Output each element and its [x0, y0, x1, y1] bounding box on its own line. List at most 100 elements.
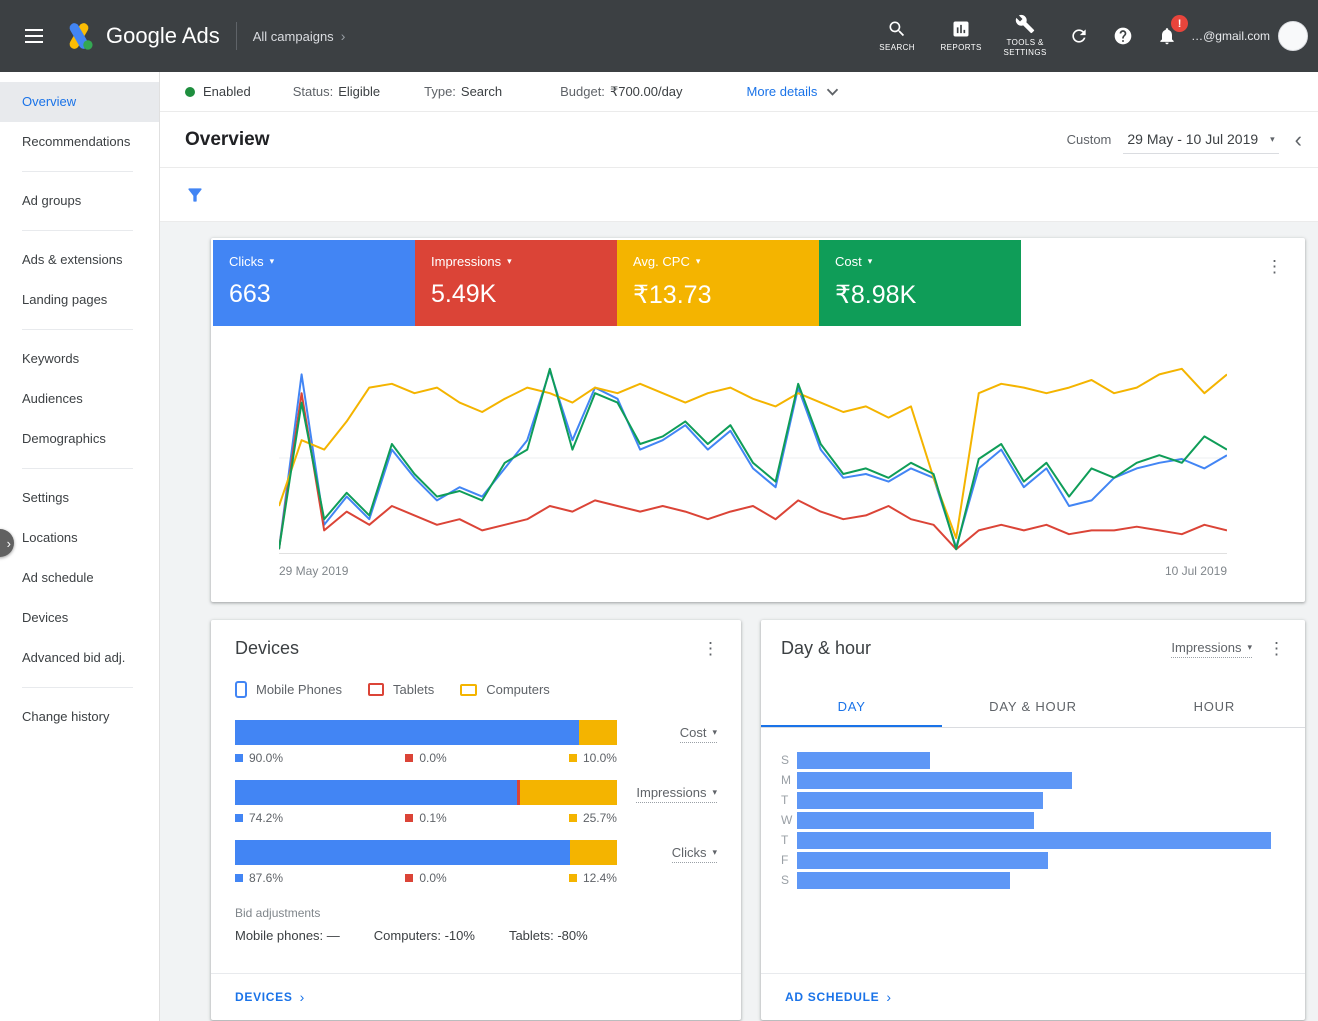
scorecard-avg-cpc[interactable]: Avg. CPC▾ ₹13.73: [617, 240, 819, 326]
tablet-swatch: [405, 814, 413, 822]
mobile-pct: 87.6%: [249, 871, 283, 885]
impressions-by-day-chart[interactable]: S M T W T F S: [761, 728, 1305, 890]
date-range-selector[interactable]: 29 May - 10 Jul 2019 ▾: [1123, 125, 1278, 154]
collapse-panel-icon[interactable]: ‹: [1295, 129, 1302, 151]
notification-badge: !: [1171, 15, 1188, 32]
day-bar: [797, 832, 1271, 849]
performance-line-chart[interactable]: 29 May 2019 10 Jul 2019: [211, 326, 1305, 578]
metric-label: Cost: [680, 725, 707, 740]
reports-button[interactable]: REPORTS: [929, 19, 993, 53]
mobile-phone-icon: [235, 681, 247, 698]
google-ads-logo-icon: [62, 21, 96, 51]
tablet-swatch: [405, 874, 413, 882]
scorecard-impressions[interactable]: Impressions▾ 5.49K: [415, 240, 617, 326]
sidebar-item-demographics[interactable]: Demographics: [0, 419, 159, 459]
sidebar-item-landing-pages[interactable]: Landing pages: [0, 280, 159, 320]
status-value: Eligible: [338, 84, 380, 99]
sidebar-item-overview[interactable]: Overview: [0, 82, 159, 122]
scorecard-label: Cost: [835, 254, 862, 269]
x-axis-end-label: 10 Jul 2019: [1165, 564, 1227, 578]
chevron-right-icon: ›: [7, 536, 11, 551]
dropdown-arrow-icon: ▾: [712, 787, 717, 798]
tablet-pct: 0.0%: [419, 871, 446, 885]
bid-adjustments-row: Mobile phones: — Computers: -10% Tablets…: [211, 928, 741, 943]
more-details-button[interactable]: More details: [747, 84, 840, 99]
sidebar-item-change-history[interactable]: Change history: [0, 697, 159, 737]
avatar[interactable]: [1278, 21, 1308, 51]
sidebar-item-settings[interactable]: Settings: [0, 478, 159, 518]
card-menu-icon[interactable]: ⋮: [1268, 640, 1285, 657]
scorecard-label: Impressions: [431, 254, 501, 269]
mobile-pct: 74.2%: [249, 811, 283, 825]
day-hour-tabs: DAY DAY & HOUR HOUR: [761, 685, 1305, 728]
sidebar-item-ad-groups[interactable]: Ad groups: [0, 181, 159, 221]
sidebar-item-advanced-bid-adj[interactable]: Advanced bid adj.: [0, 638, 159, 678]
refresh-button[interactable]: [1057, 14, 1101, 58]
sidebar-item-keywords[interactable]: Keywords: [0, 339, 159, 379]
computer-swatch: [569, 814, 577, 822]
day-bar: [797, 772, 1072, 789]
devices-link[interactable]: DEVICES ›: [211, 973, 741, 1020]
tools-settings-button[interactable]: TOOLS & SETTINGS: [993, 14, 1057, 59]
sidebar-item-devices[interactable]: Devices: [0, 598, 159, 638]
metric-dropdown-day-hour[interactable]: Impressions▾: [1171, 640, 1252, 658]
metric-dropdown-clicks[interactable]: Clicks▾: [672, 845, 717, 863]
budget-value: ₹700.00/day: [610, 84, 683, 100]
scorecard-label: Avg. CPC: [633, 254, 690, 269]
wrench-icon: [1015, 14, 1035, 34]
card-menu-icon[interactable]: ⋮: [702, 640, 719, 657]
sidebar-item-audiences[interactable]: Audiences: [0, 379, 159, 419]
breadcrumb[interactable]: All campaigns ›: [253, 28, 346, 44]
scorecard-label: Clicks: [229, 254, 264, 269]
account-email[interactable]: …@gmail.com: [1191, 29, 1270, 43]
filter-icon[interactable]: [185, 185, 205, 205]
stacked-bar: [235, 720, 617, 745]
more-details-label: More details: [747, 84, 818, 99]
divider: [236, 22, 237, 50]
enabled-label: Enabled: [203, 84, 251, 99]
status-label: Status:: [293, 84, 333, 99]
devices-row-cost: 90.0% 0.0% 10.0% Cost▾: [235, 720, 717, 765]
tab-day[interactable]: DAY: [761, 685, 942, 727]
legend-label: Mobile Phones: [256, 682, 342, 697]
scorecard-clicks[interactable]: Clicks▾ 663: [213, 240, 415, 326]
sidebar-item-ad-schedule[interactable]: Ad schedule: [0, 558, 159, 598]
sidebar-item-locations[interactable]: Locations: [0, 518, 159, 558]
sidebar-item-ads-extensions[interactable]: Ads & extensions: [0, 240, 159, 280]
metric-label: Impressions: [636, 785, 706, 800]
budget-label: Budget:: [560, 84, 605, 99]
help-button[interactable]: [1101, 14, 1145, 58]
campaign-status-bar: Enabled Status: Eligible Type: Search Bu…: [160, 72, 1318, 112]
brand-text: Google Ads: [106, 23, 220, 49]
day-label: M: [781, 773, 797, 787]
help-icon: [1113, 26, 1133, 46]
devices-row-impressions: 74.2% 0.1% 25.7% Impressions ▾: [235, 780, 717, 825]
tablet-pct: 0.1%: [419, 811, 446, 825]
metric-dropdown-cost[interactable]: Cost▾: [680, 725, 717, 743]
sidebar-item-recommendations[interactable]: Recommendations: [0, 122, 159, 162]
page-header: Overview Custom 29 May - 10 Jul 2019 ▾ ‹: [160, 112, 1318, 168]
mobile-swatch: [235, 754, 243, 762]
tab-hour[interactable]: HOUR: [1124, 685, 1305, 727]
bid-adjustment-tablets: Tablets: -80%: [509, 928, 588, 943]
legend-label: Tablets: [393, 682, 434, 697]
chevron-down-icon: [826, 88, 839, 96]
divider: [22, 687, 133, 688]
main-area: Enabled Status: Eligible Type: Search Bu…: [160, 72, 1318, 1021]
card-menu-icon[interactable]: ⋮: [1266, 258, 1283, 275]
divider: [22, 171, 133, 172]
type-label: Type:: [424, 84, 456, 99]
ad-schedule-link[interactable]: AD SCHEDULE ›: [761, 973, 1305, 1020]
google-ads-logo[interactable]: Google Ads: [62, 21, 220, 51]
tablet-pct: 0.0%: [419, 751, 446, 765]
metric-dropdown-impressions[interactable]: Impressions ▾: [636, 785, 717, 803]
menu-icon[interactable]: [14, 16, 54, 56]
bid-adjustments-label: Bid adjustments: [211, 906, 741, 920]
search-button[interactable]: SEARCH: [865, 19, 929, 53]
computer-pct: 25.7%: [583, 811, 617, 825]
filter-bar: [160, 168, 1318, 222]
tab-day-and-hour[interactable]: DAY & HOUR: [942, 685, 1123, 727]
scorecard-value: ₹13.73: [633, 280, 803, 310]
scorecard-cost[interactable]: Cost▾ ₹8.98K: [819, 240, 1021, 326]
notifications-button[interactable]: !: [1145, 14, 1189, 58]
